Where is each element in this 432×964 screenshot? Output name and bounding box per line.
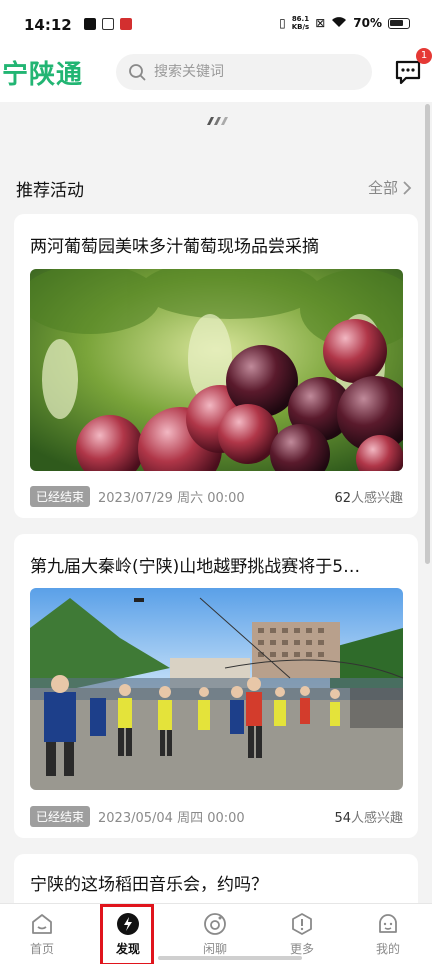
app-header: 宁陕通 1: [0, 48, 432, 102]
status-time: 14:12: [24, 16, 72, 34]
profile-icon: [379, 914, 397, 933]
chevron-right-icon: [403, 180, 412, 195]
battery-percent: 70%: [353, 16, 382, 30]
activity-image-marathon: [30, 588, 403, 790]
search-input[interactable]: [154, 54, 354, 90]
view-all-label: 全部: [368, 179, 399, 197]
home-indicator[interactable]: [158, 956, 302, 960]
message-icon[interactable]: [394, 58, 422, 86]
activity-meta: 已经结束 2023/05/04 周四 00:00 54人感兴趣: [30, 805, 403, 827]
section-title: 推荐活动: [16, 181, 84, 201]
status-bar: 14:12 ▯ 86.1 KB/s ⊠ 70%: [0, 0, 432, 48]
tab-chat-label: 闲聊: [202, 942, 227, 956]
scrollbar[interactable]: [425, 104, 430, 564]
view-all-link[interactable]: 全部: [368, 177, 412, 198]
active-tab-highlight: [100, 904, 154, 964]
home-icon: [32, 914, 52, 934]
banner-area: [0, 102, 432, 150]
search-icon: [129, 64, 146, 81]
status-badge: 已经结束: [30, 805, 91, 827]
network-speed: 86.1 KB/s: [291, 15, 310, 31]
activity-image-grapes: [30, 269, 403, 471]
activity-title: 第九届大秦岭(宁陕)山地越野挑战赛将于5…: [30, 557, 361, 577]
chat-icon: [204, 913, 226, 935]
activity-meta: 已经结束 2023/07/29 周六 00:00 62人感兴趣: [30, 485, 403, 507]
more-icon: [292, 913, 312, 935]
tab-more[interactable]: 更多: [272, 912, 332, 957]
app-notification-icon: [102, 18, 114, 30]
vibrate-icon: ▯: [279, 16, 286, 30]
sim-off-icon: ⊠: [315, 16, 326, 30]
battery-icon: [388, 17, 410, 29]
message-badge: 1: [416, 48, 432, 64]
tab-more-label: 更多: [289, 942, 314, 956]
activity-card[interactable]: 两河葡萄园美味多汁葡萄现场品尝采摘 已经结束 2023/07/29 周六 00:…: [14, 214, 418, 518]
activity-card[interactable]: 第九届大秦岭(宁陕)山地越野挑战赛将于5… 已经结束 2023/05/04 周四…: [14, 534, 418, 838]
search-bar[interactable]: [116, 54, 372, 90]
tab-profile-label: 我的: [375, 942, 400, 956]
wifi-icon: [331, 16, 347, 31]
tab-chat[interactable]: 闲聊: [185, 912, 245, 957]
interest-count: 54人感兴趣: [334, 810, 403, 826]
activity-date: 2023/07/29 周六 00:00: [98, 490, 245, 506]
activity-title: 两河葡萄园美味多汁葡萄现场品尝采摘: [30, 237, 319, 257]
activity-title: 宁陕的这场稻田音乐会，约吗？: [30, 875, 268, 895]
tiktok-icon: [84, 18, 96, 30]
loading-indicator-icon: [207, 117, 228, 125]
app-logo: 宁陕通: [2, 60, 84, 90]
bottom-tab-bar: 首页 发现 闲聊 更多 我的: [0, 903, 432, 964]
tab-home[interactable]: 首页: [12, 912, 72, 957]
status-indicators: ▯ 86.1 KB/s ⊠ 70%: [279, 15, 410, 31]
tab-home-label: 首页: [29, 942, 54, 956]
status-badge: 已经结束: [30, 485, 91, 507]
news-app-icon: [120, 18, 132, 30]
tab-profile[interactable]: 我的: [358, 912, 418, 957]
activity-date: 2023/05/04 周四 00:00: [98, 810, 245, 826]
interest-count: 62人感兴趣: [334, 490, 403, 506]
